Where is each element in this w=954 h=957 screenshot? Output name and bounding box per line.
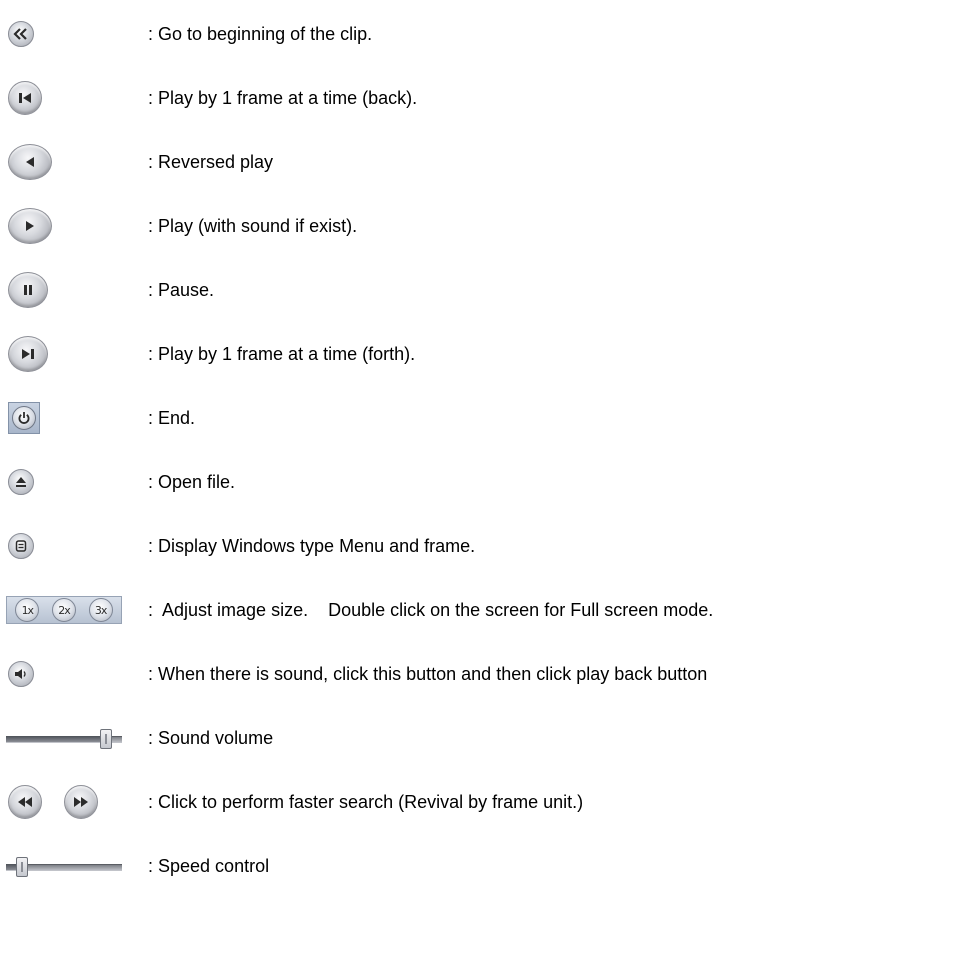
legend-text: : End.	[148, 408, 196, 428]
legend-text: : Play (with sound if exist).	[148, 216, 358, 236]
legend-row-reverse-play: : Reversed play	[0, 142, 954, 182]
speaker-icon	[8, 661, 34, 687]
power-icon	[8, 402, 40, 434]
legend-text: : Open file.	[148, 472, 236, 492]
frame-back-icon	[8, 81, 42, 115]
volume-fill	[6, 736, 106, 742]
legend-row-frame-forward: : Play by 1 frame at a time (forth).	[0, 334, 954, 374]
legend-text: : Go to beginning of the clip.	[148, 24, 373, 44]
legend-row-menu: : Display Windows type Menu and frame.	[0, 526, 954, 566]
legend-text: : Play by 1 frame at a time (back).	[148, 88, 418, 108]
image-size-icon: 1x 2x 3x	[6, 596, 122, 624]
rewind-to-start-icon	[8, 21, 34, 47]
frame-forward-icon	[8, 336, 48, 372]
legend-text: : Play by 1 frame at a time (forth).	[148, 344, 416, 364]
size-3x-button: 3x	[88, 598, 113, 622]
menu-icon	[8, 533, 34, 559]
speed-slider-icon	[6, 853, 122, 879]
play-icon	[8, 208, 52, 244]
speed-thumb	[16, 857, 28, 877]
size-2x-button: 2x	[51, 598, 76, 622]
legend-row-fast-search: : Click to perform faster search (Reviva…	[0, 782, 954, 822]
size-1x-button: 1x	[15, 598, 40, 622]
legend-text: : Speed control	[148, 856, 270, 876]
fast-search-icon	[8, 785, 98, 819]
legend-row-volume: : Sound volume	[0, 718, 954, 758]
volume-thumb	[100, 729, 112, 749]
legend-text: : Reversed play	[148, 152, 274, 172]
eject-icon	[8, 469, 34, 495]
legend-text: : Click to perform faster search (Reviva…	[148, 792, 584, 812]
legend-row-frame-back: : Play by 1 frame at a time (back).	[0, 78, 954, 118]
legend-row-sound: : When there is sound, click this button…	[0, 654, 954, 694]
legend-row-end: : End.	[0, 398, 954, 438]
volume-slider-icon	[6, 725, 122, 751]
legend-row-pause: : Pause.	[0, 270, 954, 310]
legend-row-speed: : Speed control	[0, 846, 954, 886]
legend-row-play: : Play (with sound if exist).	[0, 206, 954, 246]
legend-text: : Pause.	[148, 280, 215, 300]
legend-row-open: : Open file.	[0, 462, 954, 502]
legend-text: : Adjust image size. Double click on the…	[148, 600, 714, 620]
legend-row-image-size: 1x 2x 3x : Adjust image size. Double cli…	[0, 590, 954, 630]
reverse-play-icon	[8, 144, 52, 180]
fast-forward-icon	[64, 785, 98, 819]
pause-icon	[8, 272, 48, 308]
legend-row-rewind: : Go to beginning of the clip.	[0, 14, 954, 54]
legend-text: : When there is sound, click this button…	[148, 664, 708, 684]
legend-text: : Sound volume	[148, 728, 274, 748]
fast-rewind-icon	[8, 785, 42, 819]
legend-text: : Display Windows type Menu and frame.	[148, 536, 476, 556]
